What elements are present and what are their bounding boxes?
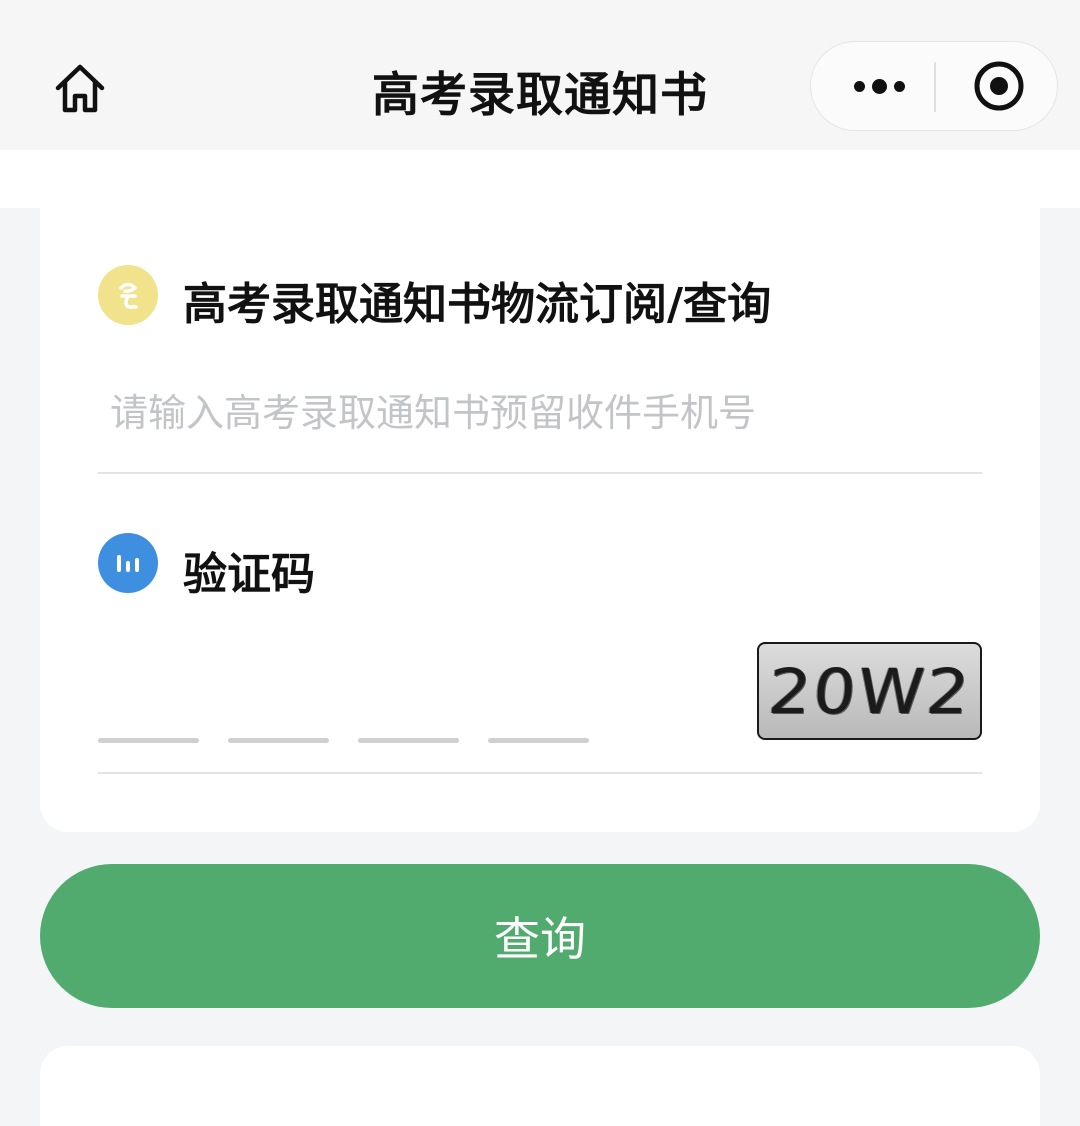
results-card bbox=[40, 1046, 1040, 1126]
more-button[interactable] bbox=[829, 42, 929, 130]
captcha-section-title: 验证码 bbox=[183, 549, 315, 600]
close-button[interactable] bbox=[951, 42, 1047, 130]
navigation-bar: 高考录取通知书 bbox=[0, 0, 1080, 150]
phone-input-underline bbox=[98, 472, 982, 474]
phone-section-title: 高考录取通知书物流订阅/查询 bbox=[183, 279, 772, 330]
more-dots-icon bbox=[853, 78, 905, 94]
code-slot bbox=[488, 738, 589, 743]
query-form-card: 高考录取通知书物流订阅/查询 验证码 20W2 bbox=[40, 208, 1040, 832]
code-slot bbox=[358, 738, 459, 743]
captcha-text: 20W2 bbox=[765, 654, 974, 728]
bar-chart-icon bbox=[98, 533, 158, 593]
target-circle-icon bbox=[974, 61, 1024, 111]
captcha-underline bbox=[98, 772, 982, 774]
code-slot bbox=[228, 738, 329, 743]
mini-program-capsule bbox=[810, 41, 1058, 131]
tracking-icon bbox=[98, 265, 158, 325]
captcha-code-input[interactable] bbox=[98, 738, 589, 743]
header-spacer bbox=[0, 150, 1080, 208]
capsule-divider bbox=[934, 62, 936, 112]
phone-input[interactable] bbox=[98, 378, 982, 448]
captcha-image[interactable]: 20W2 bbox=[757, 642, 982, 740]
code-slot bbox=[98, 738, 199, 743]
query-button[interactable]: 查询 bbox=[40, 864, 1040, 1008]
